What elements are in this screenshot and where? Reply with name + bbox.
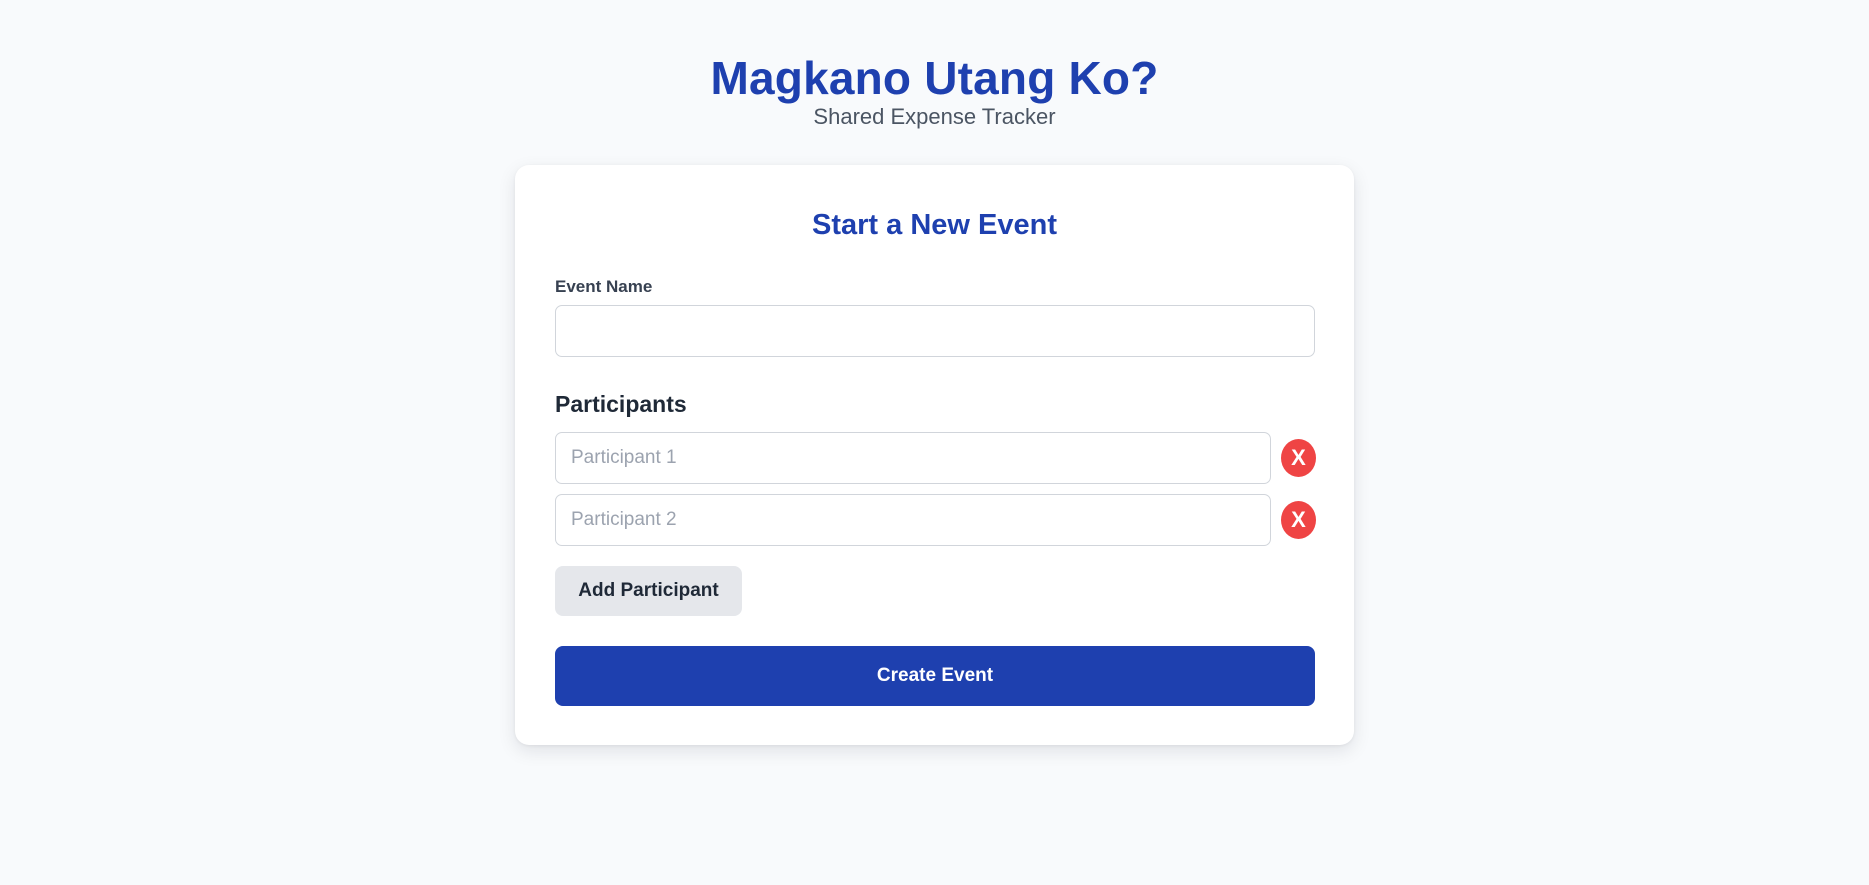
remove-participant-1-button[interactable]: X [1281,439,1316,477]
app-title: Magkano Utang Ko? [710,52,1159,104]
new-event-card: Start a New Event Event Name Participant… [515,165,1354,745]
participant-input-1[interactable] [555,432,1271,484]
event-name-input[interactable] [555,305,1315,357]
app-subtitle: Shared Expense Tracker [813,104,1056,129]
event-name-label: Event Name [555,277,653,296]
card-title: Start a New Event [812,209,1057,241]
add-participant-button[interactable]: Add Participant [555,566,742,616]
participant-input-2[interactable] [555,494,1271,546]
create-event-button[interactable]: Create Event [555,646,1315,706]
app-header: Magkano Utang Ko? Shared Expense Tracker [0,0,1869,131]
remove-participant-2-button[interactable]: X [1281,501,1316,539]
participants-heading: Participants [555,391,687,417]
